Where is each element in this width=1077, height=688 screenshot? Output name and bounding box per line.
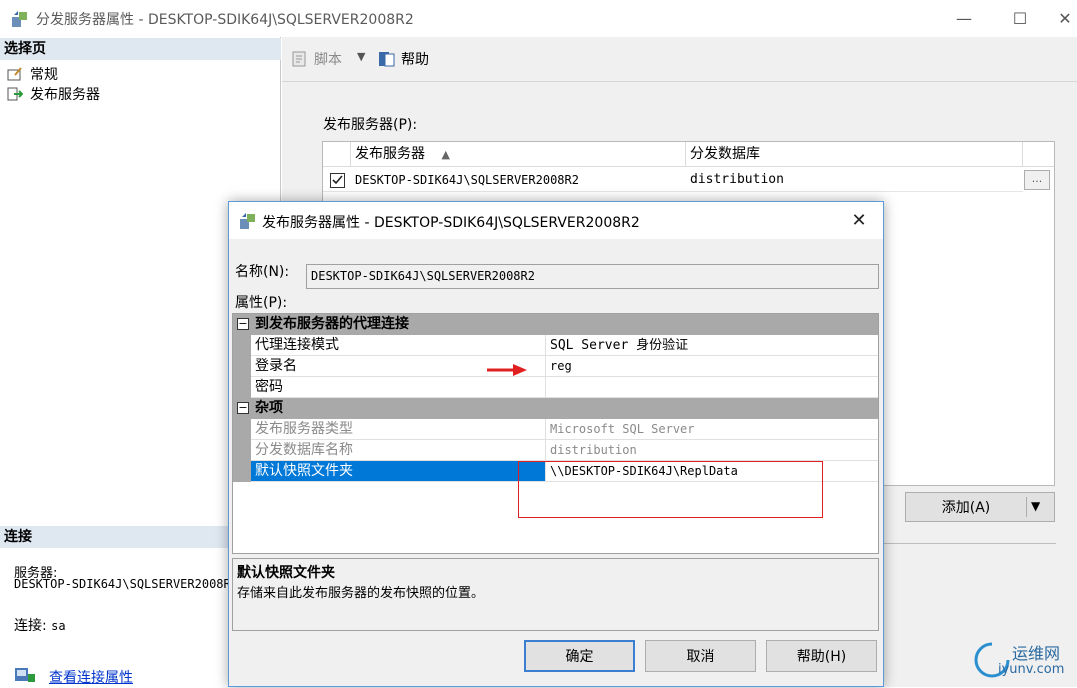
server-value: DESKTOP-SDIK64J\SQLSERVER2008R2 [14, 577, 228, 591]
table-row-checkbox-cell [323, 168, 351, 192]
row-margin [233, 377, 251, 398]
row-margin [233, 440, 251, 461]
column-header-database[interactable]: 分发数据库 [686, 142, 1023, 167]
description-panel: 默认快照文件夹 存储来自此发布服务器的发布快照的位置。 [232, 558, 879, 631]
help-dialog-button[interactable]: 帮助(H) [766, 640, 877, 672]
help-label: 帮助 [401, 52, 429, 68]
window-title: 分发服务器属性 - DESKTOP-SDIK64J\SQLSERVER2008R… [36, 12, 414, 28]
help-button[interactable]: 帮助 [377, 47, 429, 71]
add-split-button[interactable]: 添加(A) ▼ [905, 492, 1055, 522]
column-header-publisher[interactable]: 发布服务器 ▲ [351, 142, 686, 167]
category-misc[interactable]: − 杂项 [233, 398, 878, 419]
ok-button[interactable]: 确定 [524, 640, 635, 672]
property-value[interactable]: SQL Server 身份验证 [546, 335, 878, 356]
dialog-titlebar: 发布服务器属性 - DESKTOP-SDIK64J\SQLSERVER2008R… [229, 202, 883, 239]
property-name: 发布服务器类型 [251, 419, 546, 440]
category-agent-connection[interactable]: − 到发布服务器的代理连接 [233, 314, 878, 335]
close-window-button[interactable]: ✕ [1053, 0, 1077, 37]
add-dropdown-icon[interactable]: ▼ [1031, 499, 1040, 513]
sidebar-item-label: 常规 [30, 67, 58, 83]
connection-info: 连接: sa [14, 615, 66, 635]
maximize-button[interactable]: ☐ [997, 0, 1043, 37]
collapse-toggle-icon[interactable]: − [237, 318, 249, 330]
property-row-agent-mode[interactable]: 代理连接模式 SQL Server 身份验证 [233, 335, 878, 356]
property-name: 密码 [251, 377, 546, 398]
cancel-button[interactable]: 取消 [645, 640, 756, 672]
property-name: 默认快照文件夹 [251, 461, 546, 482]
property-row-login[interactable]: 登录名 reg [233, 356, 878, 377]
publisher-page-icon [6, 86, 24, 102]
publishers-label: 发布服务器(P): [323, 117, 418, 133]
sidebar-item-publishers[interactable]: 发布服务器 [6, 84, 100, 104]
category-label: 到发布服务器的代理连接 [255, 316, 409, 332]
description-title: 默认快照文件夹 [237, 565, 335, 581]
property-row-distribution-db[interactable]: 分发数据库名称 distribution [233, 440, 878, 461]
connection-label: 连接: [14, 618, 47, 634]
table-row-publisher[interactable]: DESKTOP-SDIK64J\SQLSERVER2008R2 [351, 168, 686, 192]
property-row-publisher-type[interactable]: 发布服务器类型 Microsoft SQL Server [233, 419, 878, 440]
property-value[interactable] [546, 377, 878, 398]
select-page-header: 选择页 [0, 38, 281, 60]
script-dropdown-icon[interactable]: ▼ [357, 50, 365, 63]
general-page-icon [6, 66, 24, 82]
row-margin [233, 461, 251, 482]
script-label: 脚本 [314, 52, 342, 68]
name-label: 名称(N): [235, 264, 290, 280]
close-icon: ✕ [851, 210, 867, 231]
column-header-label: 发布服务器 [355, 146, 425, 162]
watermark-url: iyunv.com [998, 662, 1065, 677]
checkbox-column-header [323, 142, 351, 167]
table-row-database[interactable]: distribution [686, 168, 1023, 192]
row-margin [233, 356, 251, 377]
name-field[interactable]: DESKTOP-SDIK64J\SQLSERVER2008R2 [306, 264, 879, 289]
properties-label: 属性(P): [235, 295, 288, 311]
property-name: 代理连接模式 [251, 335, 546, 356]
connection-properties-icon [14, 666, 36, 684]
script-icon [290, 50, 310, 68]
ellipsis-button[interactable]: ... [1024, 170, 1050, 190]
main-titlebar: 分发服务器属性 - DESKTOP-SDIK64J\SQLSERVER2008R… [0, 0, 1077, 37]
category-label: 杂项 [255, 400, 283, 416]
help-icon [377, 50, 397, 68]
script-button[interactable]: 脚本 [290, 47, 342, 71]
dialog-close-button[interactable]: ✕ [835, 202, 883, 239]
description-text: 存储来自此发布服务器的发布快照的位置。 [237, 586, 485, 601]
view-connection-properties-link[interactable]: 查看连接属性 [49, 667, 133, 687]
red-arrow-icon [487, 364, 527, 376]
button-column-header [1023, 142, 1054, 167]
property-value: Microsoft SQL Server [546, 419, 878, 440]
sidebar-item-general[interactable]: 常规 [6, 64, 58, 84]
property-value: distribution [546, 440, 878, 461]
property-name: 分发数据库名称 [251, 440, 546, 461]
app-icon [10, 9, 30, 29]
sidebar-item-label: 发布服务器 [30, 87, 100, 103]
red-highlight-box [518, 461, 823, 518]
connection-value: sa [51, 619, 66, 633]
property-value[interactable]: reg [546, 356, 878, 377]
sort-ascending-icon: ▲ [441, 148, 450, 161]
add-button[interactable]: 添加(A) [906, 493, 1026, 521]
publisher-checkbox[interactable] [330, 173, 345, 188]
row-margin [233, 419, 251, 440]
publisher-properties-dialog: 发布服务器属性 - DESKTOP-SDIK64J\SQLSERVER2008R… [228, 201, 884, 687]
property-row-password[interactable]: 密码 [233, 377, 878, 398]
split-divider [1026, 497, 1027, 517]
dialog-title: 发布服务器属性 - DESKTOP-SDIK64J\SQLSERVER2008R… [262, 215, 640, 231]
separator-line [884, 543, 1056, 544]
watermark-cn: 运维网 [1012, 644, 1061, 663]
collapse-toggle-icon[interactable]: − [237, 402, 249, 414]
watermark-logo: 运维网 iyunv.com [972, 638, 1072, 682]
dialog-app-icon [238, 211, 258, 231]
minimize-button[interactable]: — [941, 0, 987, 37]
row-margin [233, 335, 251, 356]
